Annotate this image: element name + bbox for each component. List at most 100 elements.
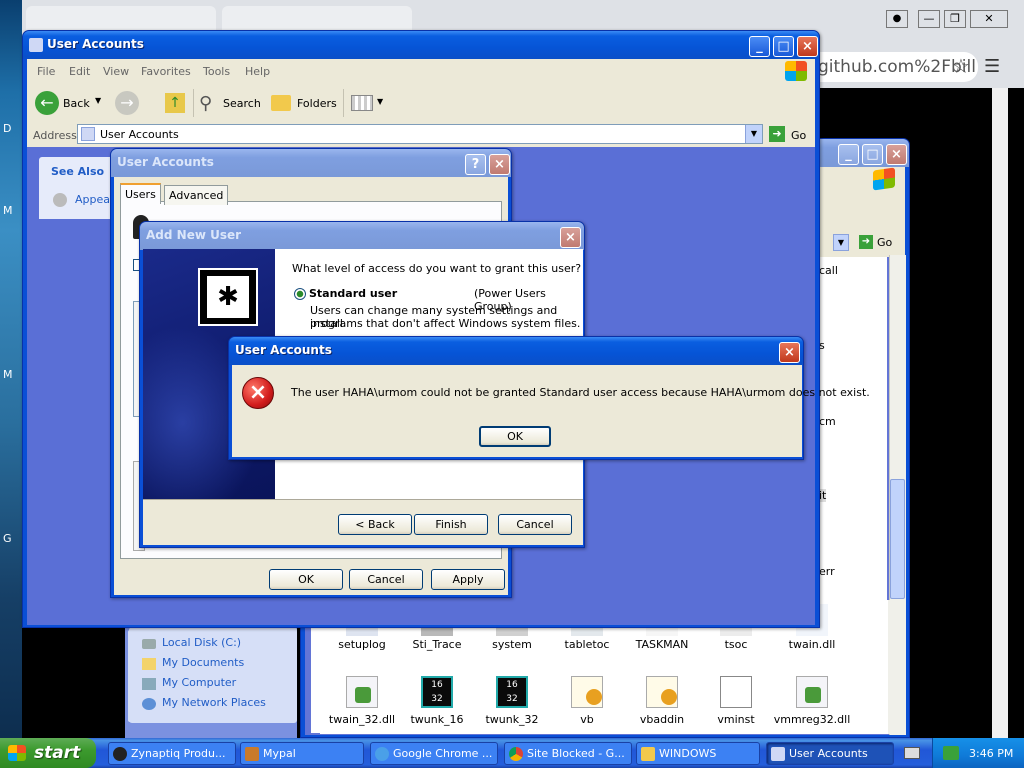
forward-arrow-icon[interactable]: → [115,91,139,115]
go-button[interactable]: Go [791,129,806,142]
browser-scrollbar[interactable] [992,88,1008,740]
scroll-thumb[interactable] [890,479,905,599]
clock: 3:46 PM [969,747,1014,760]
menu-tools[interactable]: Tools [203,65,230,78]
file-label[interactable]: err [819,565,835,578]
taskbar-item-mypal[interactable]: Mypal [240,742,364,765]
search-icon[interactable]: ⚲ [199,93,212,114]
error-message: The user HAHA\urmom could not be granted… [291,386,870,399]
go-button[interactable]: Go [877,236,892,249]
minimize-button[interactable]: — [918,10,940,28]
restore-button[interactable]: ❐ [944,10,966,28]
address-icon [81,127,95,141]
access-question: What level of access do you want to gran… [292,262,582,275]
star-icon[interactable]: ☆ [952,54,970,78]
titlebar: Add New User × [140,222,584,250]
key-icon: ✱ [207,276,249,318]
ok-button[interactable]: OK [269,569,343,590]
file-label[interactable]: it [819,489,827,502]
help-button[interactable]: ? [465,154,486,175]
go-arrow-icon[interactable]: ➜ [769,126,785,142]
address-dropdown[interactable]: ▼ [745,125,762,143]
file-grid-scrollbar[interactable] [888,600,905,734]
drive-icon [142,639,156,649]
menu-file[interactable]: File [37,65,55,78]
menu-icon[interactable]: ☰ [984,56,1000,77]
titlebar: User Accounts _ □ × [23,31,819,59]
address-field[interactable]: User Accounts ▼ [77,124,763,144]
apply-button[interactable]: Apply [431,569,505,590]
close-button[interactable]: × [779,342,800,363]
dropdown-button[interactable]: ▼ [833,234,849,251]
close-button[interactable]: × [560,227,581,248]
side-link-my-computer[interactable]: My Computer [162,676,236,689]
file-icon[interactable] [346,676,378,708]
taskbar-item-windows[interactable]: WINDOWS [636,742,760,765]
file-label[interactable]: call [819,264,838,277]
close-button[interactable]: ✕ [970,10,1008,28]
dialog-title: Add New User [146,228,242,242]
views-icon[interactable] [351,95,373,111]
dialog-title: User Accounts [117,155,214,169]
file-icon[interactable] [646,676,678,708]
desktop-edge-letter: M [3,204,13,217]
file-icon[interactable] [796,676,828,708]
radio-label-standard-user[interactable]: Standard user [309,287,397,300]
side-link-my-network[interactable]: My Network Places [162,696,266,709]
tab-advanced[interactable]: Advanced [164,185,229,205]
folders-button[interactable]: Folders [297,97,337,110]
folders-icon[interactable] [271,95,291,111]
radio-standard-user[interactable] [294,288,306,300]
side-link-my-documents[interactable]: My Documents [162,656,244,669]
cancel-button[interactable]: Cancel [349,569,423,590]
menu-help[interactable]: Help [245,65,270,78]
window-title: User Accounts [47,37,144,51]
back-dropdown-icon[interactable]: ▼ [95,96,101,105]
back-arrow-icon[interactable]: ← [35,91,59,115]
toolbar-separator [193,89,194,117]
close-button[interactable]: × [886,144,907,165]
keyboard-icon[interactable] [904,747,920,759]
finish-button[interactable]: Finish [414,514,488,535]
minimize-button[interactable]: _ [749,36,770,57]
maximize-button[interactable]: □ [862,144,883,165]
taskbar-item-google-chrome[interactable]: Google Chrome ... [370,742,498,765]
see-also-heading: See Also [51,165,105,178]
side-link-local-disk[interactable]: Local Disk (C:) [162,636,241,649]
option-description-2: programs that don't affect Windows syste… [310,317,581,330]
taskbar-item-user-accounts[interactable]: User Accounts [766,742,894,765]
file-name[interactable]: twain.dll [767,638,857,651]
menu-edit[interactable]: Edit [69,65,90,78]
maximize-button[interactable]: □ [773,36,794,57]
up-folder-icon[interactable]: ↑ [165,93,185,113]
system-tray: 3:46 PM [932,738,1024,768]
back-button[interactable]: < Back [338,514,412,535]
back-button[interactable]: Back [63,97,90,110]
search-button[interactable]: Search [223,97,261,110]
minimize-button[interactable]: _ [838,144,859,165]
views-dropdown-icon[interactable]: ▼ [377,97,383,106]
close-button[interactable]: × [797,36,818,57]
see-also-link[interactable]: Appear [75,193,115,206]
network-tray-icon[interactable] [943,746,959,760]
documents-icon [142,658,156,670]
file-icon[interactable] [571,676,603,708]
taskbar-item-zynaptiq[interactable]: Zynaptiq Produ... [108,742,236,765]
start-button[interactable]: start [0,738,96,768]
menu-favorites[interactable]: Favorites [141,65,191,78]
user-icon[interactable]: ● [886,10,908,28]
menu-view[interactable]: View [103,65,129,78]
file-name[interactable]: vmmreg32.dll [767,713,857,726]
tab-users[interactable]: Users [120,183,161,204]
file-icon[interactable]: 16 32 [496,676,528,708]
file-icon[interactable] [720,676,752,708]
taskbar-item-site-blocked[interactable]: Site Blocked - G... [504,742,632,765]
ok-button[interactable]: OK [479,426,551,447]
file-icon[interactable]: 16 32 [421,676,453,708]
go-arrow-icon[interactable]: ➜ [859,235,873,249]
file-label[interactable]: cm [819,415,836,428]
menu-bar: File Edit View Favorites Tools Help [33,65,733,79]
cancel-button[interactable]: Cancel [498,514,572,535]
close-button[interactable]: × [489,154,510,175]
chrome-icon [509,747,523,761]
